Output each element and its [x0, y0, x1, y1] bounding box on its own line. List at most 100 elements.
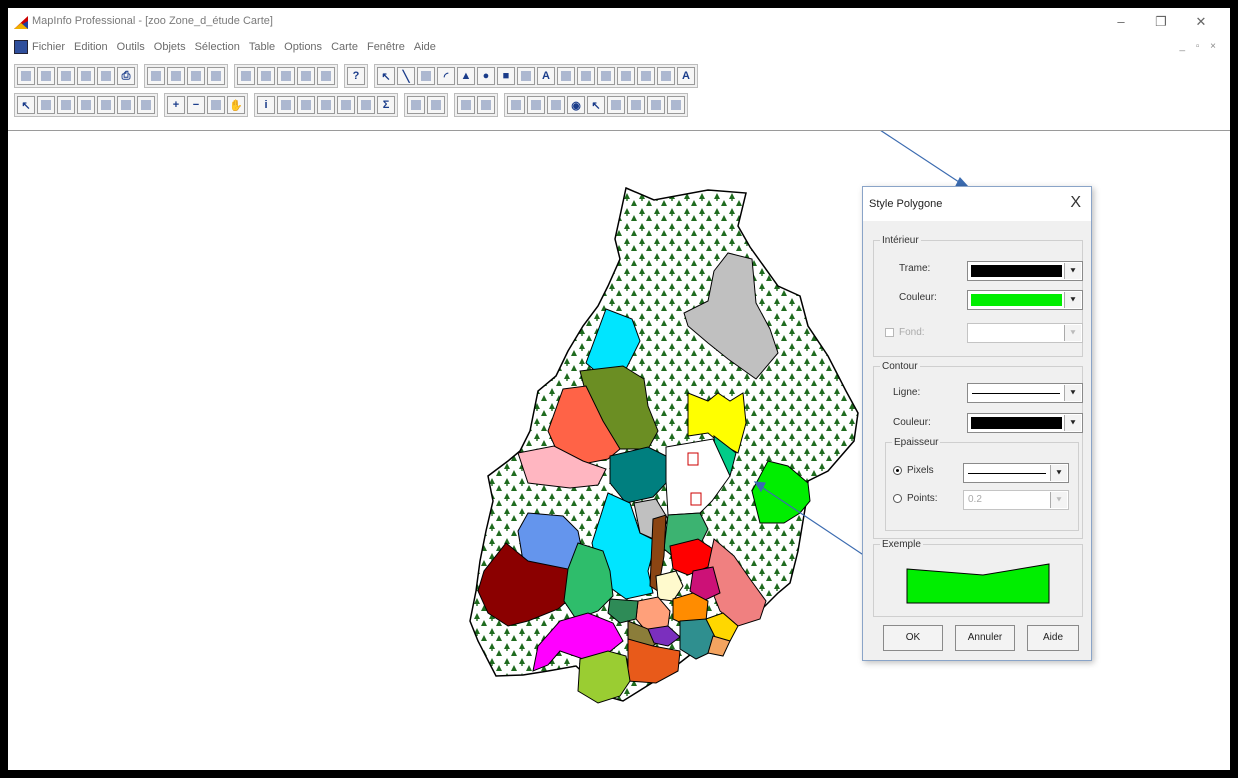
- frame-tool-button[interactable]: [547, 96, 565, 114]
- minimize-button[interactable]: –: [1108, 14, 1134, 30]
- grabber-icon: ✋: [229, 99, 243, 112]
- menu-fichier[interactable]: Fichier: [32, 41, 65, 53]
- ok-button[interactable]: OK: [883, 625, 943, 651]
- pixels-radio[interactable]: [893, 466, 902, 475]
- main-toolbar: ⎙? ↖ ╲ ◜ ▲ ● ■ A A: [8, 63, 1230, 89]
- region-button[interactable]: [627, 96, 645, 114]
- label-button[interactable]: [297, 96, 315, 114]
- marquee-select-button[interactable]: [37, 96, 55, 114]
- couleur-interior-dropdown[interactable]: ⯆: [967, 290, 1083, 310]
- zoom-in-button[interactable]: +: [167, 96, 185, 114]
- menu-carte[interactable]: Carte: [331, 41, 358, 53]
- grabber-button[interactable]: ✋: [227, 96, 245, 114]
- new-browser-button[interactable]: [237, 67, 255, 85]
- open-button[interactable]: [37, 67, 55, 85]
- point-button[interactable]: [647, 96, 665, 114]
- zoom-out-button[interactable]: −: [187, 96, 205, 114]
- save-workspace-button[interactable]: [77, 67, 95, 85]
- redistrict-button[interactable]: [477, 96, 495, 114]
- symbol-style-button[interactable]: [617, 67, 635, 85]
- statistics-button[interactable]: Σ: [377, 96, 395, 114]
- menu-options[interactable]: Options: [284, 41, 322, 53]
- print-button[interactable]: ⎙: [117, 67, 135, 85]
- reshape-button[interactable]: [577, 67, 595, 85]
- help-button[interactable]: ?: [347, 67, 365, 85]
- rounded-rectangle-button[interactable]: [517, 67, 535, 85]
- new-grapher-button[interactable]: [277, 67, 295, 85]
- arc-button[interactable]: ◜: [437, 67, 455, 85]
- polyline-icon: [611, 100, 621, 110]
- menu-outils[interactable]: Outils: [117, 41, 145, 53]
- aide-button[interactable]: Aide: [1027, 625, 1079, 651]
- line-button[interactable]: ╲: [397, 67, 415, 85]
- toolbar2-group-5: ◉ ↖: [504, 93, 688, 117]
- radius-select-button[interactable]: [57, 96, 75, 114]
- document-window-controls[interactable]: _ ▫ ×: [1179, 41, 1220, 52]
- digitize-button[interactable]: [667, 96, 685, 114]
- menu-fenetre[interactable]: Fenêtre: [367, 41, 405, 53]
- close-button[interactable]: [97, 67, 115, 85]
- menu-table[interactable]: Table: [249, 41, 275, 53]
- couleur-contour-dropdown[interactable]: ⯆: [967, 413, 1083, 433]
- show-legend-button[interactable]: [457, 96, 475, 114]
- frame-button[interactable]: [557, 67, 575, 85]
- points-radio[interactable]: [893, 494, 902, 503]
- select-button[interactable]: ↖: [377, 67, 395, 85]
- ellipse-button[interactable]: ●: [477, 67, 495, 85]
- ligne-dropdown[interactable]: ⯆: [967, 383, 1083, 403]
- points-dropdown[interactable]: 0.2 ⯆: [963, 490, 1069, 510]
- cut-button[interactable]: [147, 67, 165, 85]
- ligne-label: Ligne:: [893, 387, 921, 398]
- document-window-icon[interactable]: [14, 40, 28, 54]
- drag-window-button[interactable]: [317, 96, 335, 114]
- polyline-button[interactable]: [607, 96, 625, 114]
- fond-checkbox[interactable]: [885, 328, 894, 337]
- menu-objets[interactable]: Objets: [154, 41, 186, 53]
- new-mapper-icon: [261, 71, 271, 81]
- unselect-all-button[interactable]: [117, 96, 135, 114]
- graph-select-button[interactable]: [137, 96, 155, 114]
- region-style-button[interactable]: [657, 67, 675, 85]
- close-window-button[interactable]: ✕: [1188, 14, 1214, 30]
- new-redistrict-button[interactable]: [317, 67, 335, 85]
- clip-region-button[interactable]: [427, 96, 445, 114]
- new-button[interactable]: [17, 67, 35, 85]
- add-node-button[interactable]: [597, 67, 615, 85]
- pixels-dropdown[interactable]: ⯆: [963, 463, 1069, 483]
- undo-icon: [211, 71, 221, 81]
- copy-button[interactable]: [167, 67, 185, 85]
- menu-aide[interactable]: Aide: [414, 41, 436, 53]
- polyline-button[interactable]: [417, 67, 435, 85]
- save-button[interactable]: [57, 67, 75, 85]
- north-arrow-button[interactable]: [527, 96, 545, 114]
- change-view-button[interactable]: [207, 96, 225, 114]
- info-button[interactable]: i: [257, 96, 275, 114]
- text-button[interactable]: A: [537, 67, 555, 85]
- globe-button[interactable]: ◉: [567, 96, 585, 114]
- ruler-button[interactable]: [277, 96, 295, 114]
- line-style-button[interactable]: [637, 67, 655, 85]
- polygon-button[interactable]: ▲: [457, 67, 475, 85]
- undo-button[interactable]: [207, 67, 225, 85]
- rectangle-button[interactable]: ■: [497, 67, 515, 85]
- polygon-select-button[interactable]: [77, 96, 95, 114]
- menu-edition[interactable]: Edition: [74, 41, 108, 53]
- layer-control-button[interactable]: [337, 96, 355, 114]
- save-icon: [61, 71, 71, 81]
- annuler-button[interactable]: Annuler: [955, 625, 1015, 651]
- text-style-button[interactable]: A: [677, 67, 695, 85]
- dialog-close-button[interactable]: X: [1070, 194, 1081, 212]
- trame-dropdown[interactable]: ⯆: [967, 261, 1083, 281]
- select-button[interactable]: ↖: [587, 96, 605, 114]
- new-layout-button[interactable]: [297, 67, 315, 85]
- maximize-button[interactable]: ❐: [1148, 14, 1174, 30]
- boundary-select-button[interactable]: [97, 96, 115, 114]
- menu-selection[interactable]: Sélection: [195, 41, 240, 53]
- legend-button[interactable]: [357, 96, 375, 114]
- hotlink-button[interactable]: [407, 96, 425, 114]
- select-button[interactable]: ↖: [17, 96, 35, 114]
- fond-dropdown[interactable]: ⯆: [967, 323, 1083, 343]
- scale-bar-button[interactable]: [507, 96, 525, 114]
- new-mapper-button[interactable]: [257, 67, 275, 85]
- paste-button[interactable]: [187, 67, 205, 85]
